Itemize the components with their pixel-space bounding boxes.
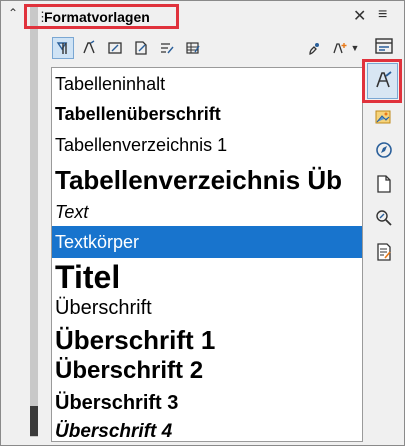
sidebar-tabbar <box>363 29 405 445</box>
new-style-icon <box>333 43 347 54</box>
sidebar-item-gallery[interactable] <box>371 104 397 130</box>
sidebar-item-properties[interactable] <box>371 33 397 59</box>
page-icon <box>377 175 391 193</box>
list-item[interactable]: Tabelleninhalt <box>52 70 362 99</box>
document-scrollbar-thumb[interactable] <box>30 406 38 436</box>
frame-styles-button[interactable] <box>104 37 126 59</box>
paragraph-styles-icon <box>56 42 68 54</box>
list-item[interactable]: Tabellenverzeichnis Üb <box>52 160 362 200</box>
style-category-toolbar: ▼ <box>47 35 359 65</box>
list-item[interactable]: Titel <box>52 258 362 296</box>
sidebar-item-page[interactable] <box>371 171 397 197</box>
list-styles-icon <box>161 43 174 54</box>
list-item[interactable]: Tabellenüberschrift <box>52 99 362 130</box>
list-item[interactable]: Überschrift 4 <box>52 418 362 441</box>
list-item[interactable]: Überschrift 2 <box>52 355 362 387</box>
menu-icon[interactable]: ≡ <box>378 6 387 24</box>
table-styles-button[interactable] <box>182 37 204 59</box>
style-inspector-icon <box>376 210 392 226</box>
fill-format-button[interactable] <box>303 37 325 59</box>
panel-title: Formatvorlagen <box>44 9 150 25</box>
navigator-icon <box>376 142 392 158</box>
sidebar-item-style-inspector[interactable] <box>371 205 397 231</box>
sidebar-item-manage-changes[interactable] <box>371 239 397 265</box>
left-gutter: ⌃ <box>2 2 43 442</box>
sidebar-item-styles[interactable] <box>371 67 397 93</box>
list-item-selected[interactable]: Textkörper <box>52 226 362 258</box>
style-list[interactable]: Tabelleninhalt Tabellenüberschrift Tabel… <box>51 67 363 442</box>
styles-icon <box>376 71 392 88</box>
list-item[interactable]: Überschrift <box>52 293 362 323</box>
close-icon[interactable]: ✕ <box>353 6 366 26</box>
properties-icon <box>375 38 393 54</box>
new-style-dropdown-icon[interactable]: ▼ <box>349 37 361 59</box>
list-item[interactable]: Tabellenverzeichnis 1 <box>52 130 362 160</box>
table-styles-icon <box>186 42 200 54</box>
paragraph-styles-button[interactable] <box>52 37 74 59</box>
list-item[interactable]: Überschrift 3 <box>52 388 362 418</box>
list-item[interactable]: Überschrift 1 <box>52 322 362 358</box>
collapse-arrow-icon[interactable]: ⌃ <box>8 6 18 20</box>
gallery-icon <box>375 110 391 124</box>
frame-styles-icon <box>108 42 122 54</box>
document-scrollbar[interactable] <box>30 7 38 437</box>
sidebar-item-navigator[interactable] <box>371 137 397 163</box>
page-styles-button[interactable] <box>130 37 152 59</box>
page-styles-icon <box>135 41 147 55</box>
manage-changes-icon <box>377 243 391 261</box>
fill-format-icon <box>309 43 319 55</box>
styles-deck: ⌃ ⋮ Formatvorlagen ✕ ≡ ▼ Tabelleninhalt … <box>0 0 405 446</box>
list-styles-button[interactable] <box>156 37 178 59</box>
character-styles-button[interactable] <box>78 37 100 59</box>
character-styles-icon <box>83 40 95 54</box>
new-style-button[interactable] <box>329 37 351 59</box>
list-item[interactable]: Text <box>52 200 362 225</box>
